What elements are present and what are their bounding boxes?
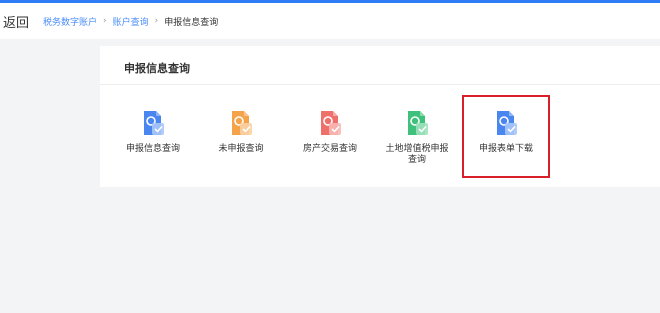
- card-divider: [100, 84, 660, 85]
- header-bar: 返回 税务数字账户 › 账户查询 › 申报信息查询: [0, 3, 660, 39]
- document-house-icon: [321, 111, 341, 135]
- tile-label: 土地增值税申报查询: [385, 144, 449, 165]
- back-button[interactable]: 返回: [3, 12, 29, 31]
- query-card: 申报信息查询 申报信息查询 未申报查询 房产交易查询 土地增值税申报查询 申报表…: [100, 46, 660, 187]
- tile-land-vat-declaration-query[interactable]: 土地增值税申报查询: [377, 110, 457, 166]
- tile-declaration-info-query[interactable]: 申报信息查询: [113, 110, 193, 155]
- breadcrumb-separator: ›: [103, 16, 107, 26]
- breadcrumb: 税务数字账户 › 账户查询 › 申报信息查询: [43, 15, 218, 28]
- breadcrumb-item-tax-account[interactable]: 税务数字账户: [43, 15, 97, 28]
- tile-property-transaction-query[interactable]: 房产交易查询: [290, 110, 370, 155]
- document-pending-icon: [232, 111, 252, 135]
- tile-undeclared-query[interactable]: 未申报查询: [201, 110, 281, 155]
- tile-label: 未申报查询: [218, 144, 264, 154]
- breadcrumb-separator: ›: [154, 16, 159, 26]
- highlight-box: [462, 95, 550, 178]
- breadcrumb-item-account-query[interactable]: 账户查询: [113, 15, 149, 28]
- card-title: 申报信息查询: [124, 62, 190, 75]
- document-land-icon: [408, 111, 428, 135]
- tile-label: 房产交易查询: [302, 144, 357, 154]
- breadcrumb-item-current: 申报信息查询: [164, 17, 219, 28]
- document-search-icon: [144, 111, 164, 135]
- tile-label: 申报信息查询: [125, 144, 180, 154]
